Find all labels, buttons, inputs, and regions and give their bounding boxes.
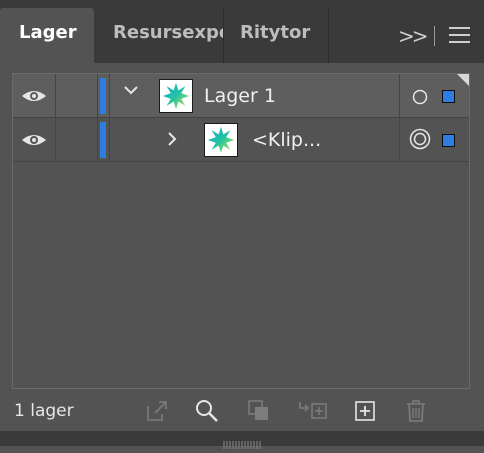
layer-color-bar: [100, 78, 106, 114]
column-divider: [109, 118, 110, 161]
column-divider: [55, 74, 56, 117]
layer-name[interactable]: <Klip...: [252, 129, 321, 151]
clipping-mask-icon[interactable]: [246, 398, 272, 424]
delete-icon[interactable]: [403, 398, 429, 424]
target-circle-icon[interactable]: [412, 89, 428, 109]
chevron-right-icon[interactable]: [166, 131, 178, 152]
layer-color-bar: [100, 122, 106, 158]
resize-grip-icon[interactable]: [222, 434, 262, 449]
search-icon[interactable]: [194, 398, 220, 424]
object-thumbnail: [204, 123, 238, 157]
layers-list: Lager 1 <Klip...: [12, 73, 470, 389]
visibility-eye-icon[interactable]: [21, 132, 47, 148]
selection-square[interactable]: [442, 90, 455, 103]
tab-divider: [328, 8, 329, 63]
tab-layers[interactable]: Lager: [0, 8, 94, 63]
layer-count: 1 lager: [14, 401, 74, 421]
column-divider: [97, 118, 98, 161]
chevron-down-icon[interactable]: [123, 82, 139, 103]
column-divider: [97, 74, 98, 117]
tab-asset-export[interactable]: Resursexport: [95, 8, 223, 63]
corner-marker: [457, 74, 469, 86]
layer-thumbnail: [159, 79, 193, 113]
visibility-eye-icon[interactable]: [21, 88, 47, 104]
tabbar-divider: [434, 26, 435, 46]
layer-row[interactable]: <Klip...: [13, 118, 469, 162]
selection-square[interactable]: [442, 134, 455, 147]
column-divider: [399, 118, 400, 161]
column-divider: [55, 118, 56, 161]
tab-overflow-button[interactable]: >>: [398, 24, 428, 48]
export-icon[interactable]: [144, 398, 170, 424]
layer-name[interactable]: Lager 1: [204, 85, 276, 107]
move-to-layer-icon[interactable]: [298, 398, 330, 424]
new-layer-icon[interactable]: [352, 398, 378, 424]
column-divider: [109, 74, 110, 117]
column-divider: [399, 74, 400, 117]
panel-menu-icon[interactable]: [449, 27, 470, 43]
target-double-circle-icon[interactable]: [409, 128, 431, 154]
tab-bar: Lager Resursexport Ritytor >>: [0, 0, 484, 63]
tab-artboards[interactable]: Ritytor: [224, 8, 328, 63]
layer-row[interactable]: Lager 1: [13, 74, 469, 118]
